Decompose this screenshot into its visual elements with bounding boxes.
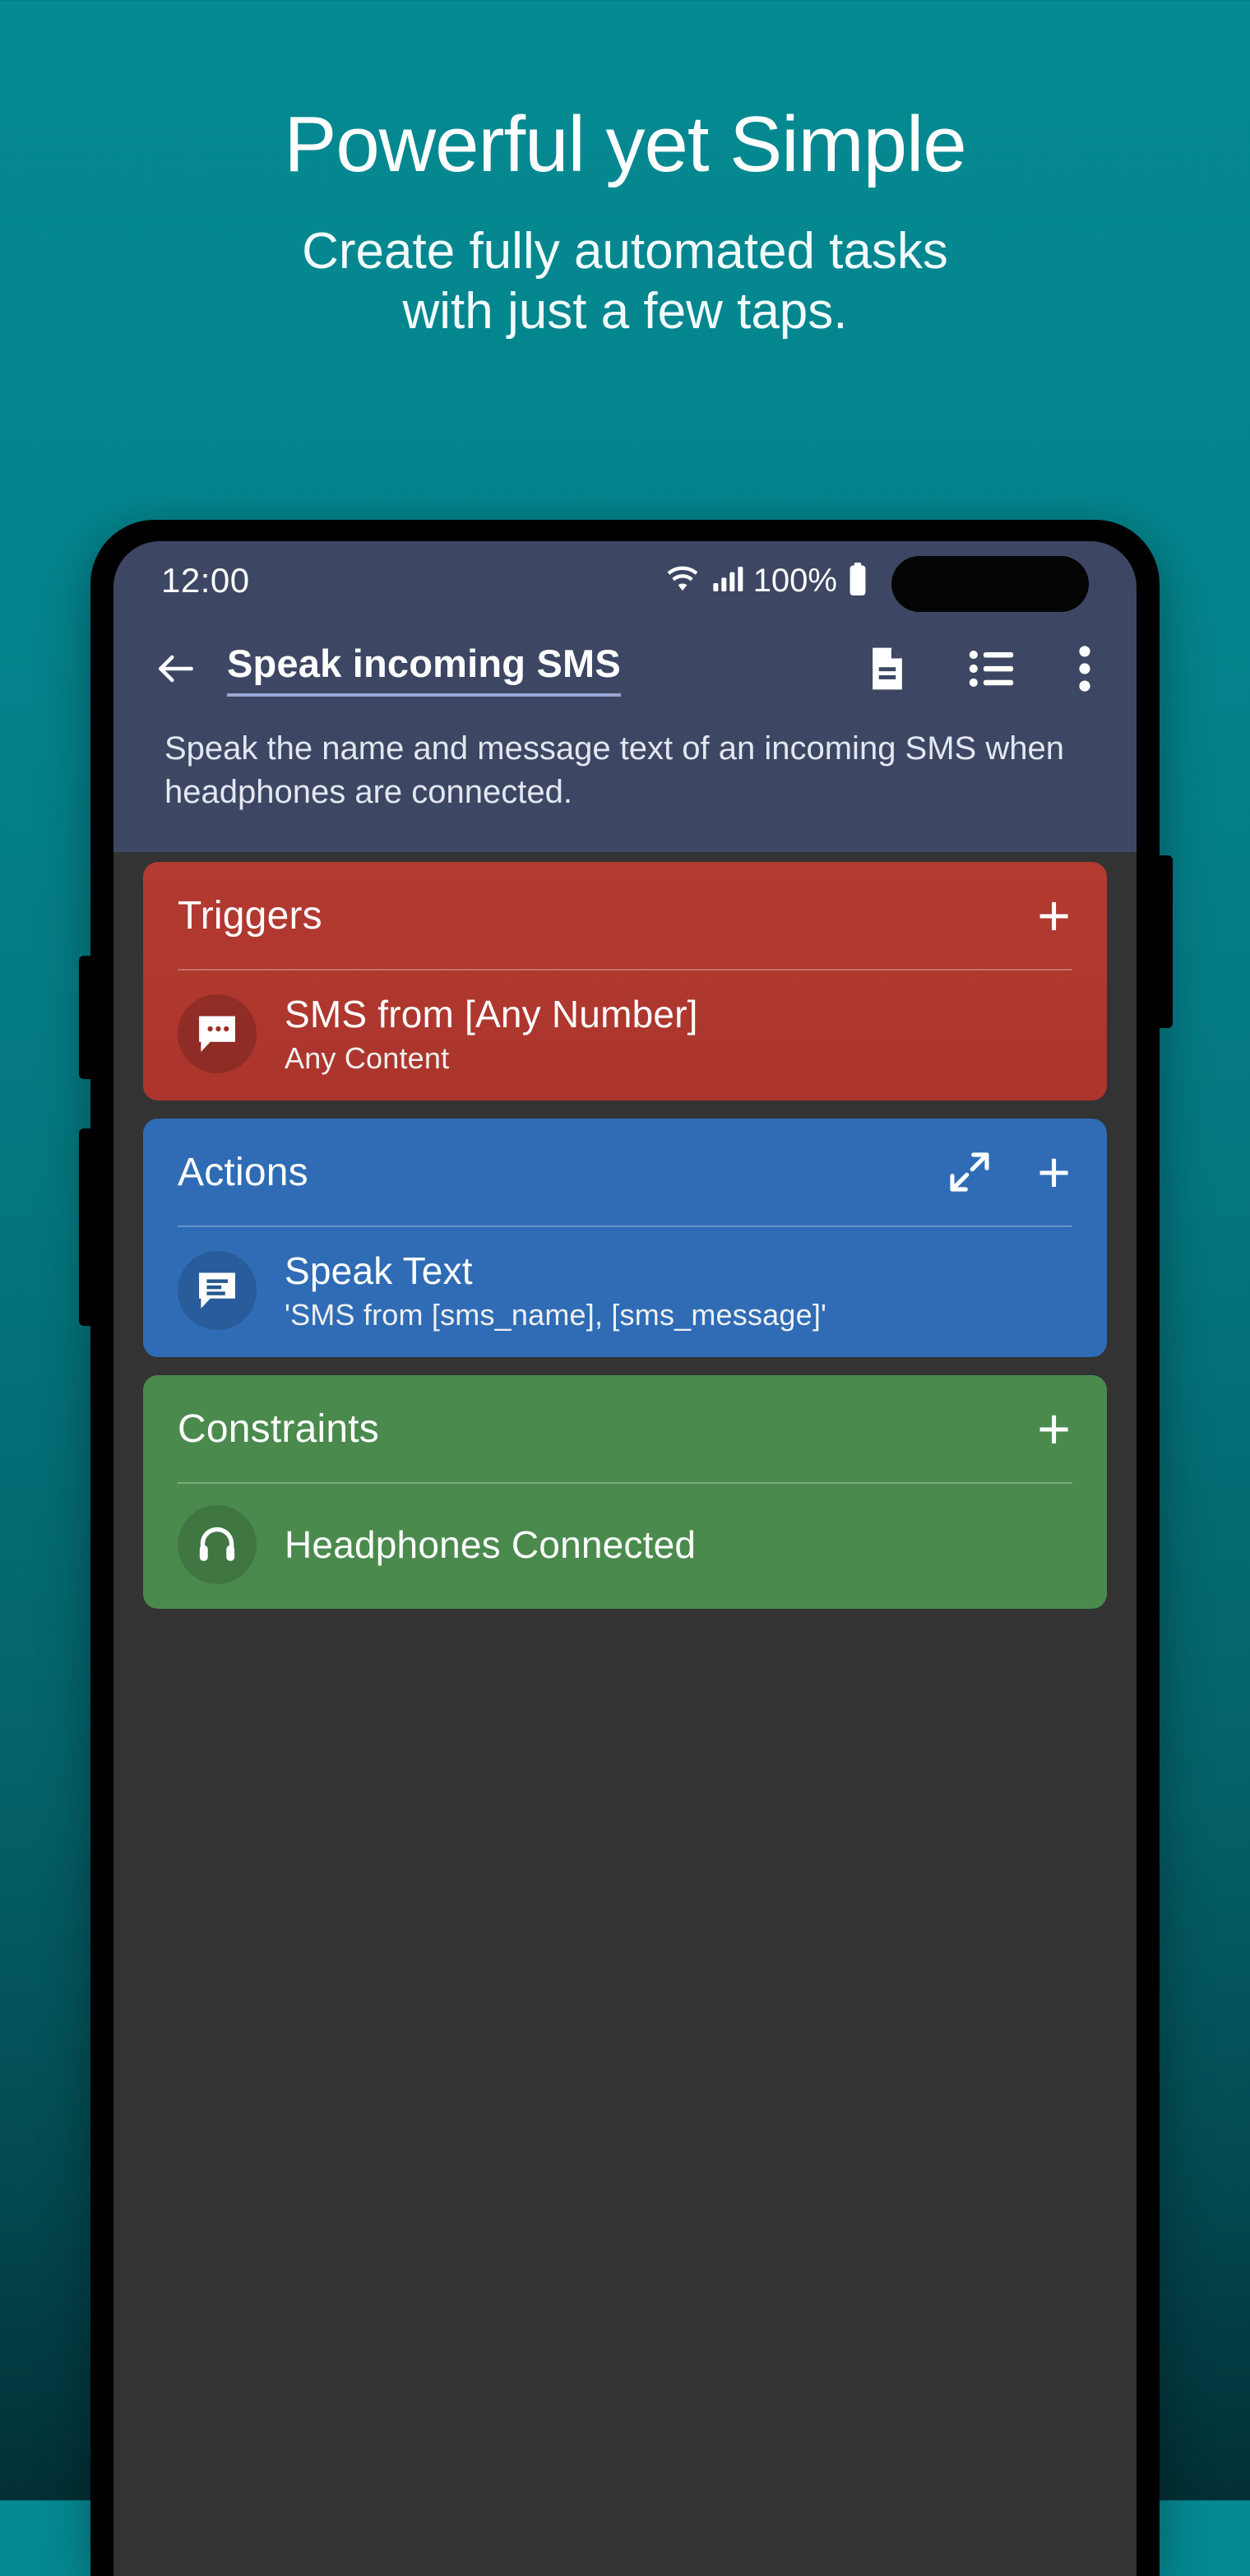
section-card-constraints: Constraints + Headphones Connected <box>143 1375 1107 1610</box>
wifi-icon <box>664 563 701 600</box>
list-item-subtitle: Any Content <box>285 1041 450 1076</box>
section-title-triggers: Triggers <box>178 893 322 938</box>
add-constraint-button[interactable]: + <box>1037 1400 1071 1457</box>
overflow-menu-icon[interactable] <box>1076 645 1094 693</box>
list-item-title: SMS from [Any Number] <box>285 993 698 1036</box>
toolbar-actions <box>865 645 1099 693</box>
section-title-actions: Actions <box>178 1150 308 1194</box>
battery-percent-label: 100% <box>752 562 837 599</box>
section-header-triggers: Triggers + <box>143 862 1107 969</box>
promo-title: Powerful yet Simple <box>284 100 966 188</box>
list-item-title: Headphones Connected <box>285 1523 697 1567</box>
promo-subtitle-line-2: with just a few taps. <box>402 282 848 340</box>
section-card-triggers: Triggers + SMS from [Any Number] Any Con… <box>143 862 1107 1101</box>
cellular-signal-icon <box>711 563 743 600</box>
status-clock: 12:00 <box>161 561 250 600</box>
volume-up-button[interactable] <box>79 956 94 1079</box>
list-item[interactable]: Headphones Connected <box>143 1484 1107 1609</box>
description-icon[interactable] <box>865 645 910 693</box>
list-item-subtitle: 'SMS from [sms_name], [sms_message]' <box>285 1298 827 1332</box>
expand-diagonal-icon[interactable] <box>947 1149 993 1195</box>
list-item[interactable]: SMS from [Any Number] Any Content <box>143 971 1107 1100</box>
section-title-constraints: Constraints <box>178 1406 379 1451</box>
task-name-value: Speak incoming SMS <box>227 641 621 697</box>
add-trigger-button[interactable]: + <box>1037 887 1071 944</box>
list-item[interactable]: Speak Text 'SMS from [sms_name], [sms_me… <box>143 1227 1107 1357</box>
section-header-actions-triggers: + <box>1037 887 1071 944</box>
headphones-icon <box>178 1505 257 1585</box>
status-indicators: 100% <box>664 562 868 600</box>
section-header-actions-constraints: + <box>1037 1400 1071 1457</box>
promo-subtitle: Create fully automated tasks with just a… <box>0 222 1250 341</box>
promo-header: Powerful yet Simple Create fully automat… <box>0 0 1250 341</box>
sections-list: Triggers + SMS from [Any Number] Any Con… <box>113 852 1137 1610</box>
camera-cutout <box>891 556 1089 612</box>
task-description: Speak the name and message text of an in… <box>164 730 1064 811</box>
promo-subtitle-line-1: Create fully automated tasks <box>302 223 948 280</box>
sms-message-icon <box>178 994 257 1074</box>
app-bar-region: 12:00 100% Speak incoming SMS Speak the … <box>113 541 1137 853</box>
section-header-constraints: Constraints + <box>143 1375 1107 1482</box>
phone-screen: 12:00 100% Speak incoming SMS Speak the … <box>113 541 1137 2576</box>
back-arrow-icon[interactable] <box>153 646 215 692</box>
list-item-text: Speak Text 'SMS from [sms_name], [sms_me… <box>285 1249 826 1332</box>
list-item-text: Headphones Connected <box>285 1522 696 1567</box>
list-item-title: Speak Text <box>285 1249 473 1293</box>
section-card-actions: Actions + Speak Text 'SMS from [sms_name… <box>143 1119 1107 1358</box>
battery-full-icon <box>847 562 868 600</box>
status-bar: 12:00 100% <box>113 541 1137 620</box>
power-button[interactable] <box>1156 855 1173 1028</box>
section-header-actions: Actions + <box>143 1119 1107 1225</box>
speak-text-icon <box>178 1251 257 1331</box>
list-icon[interactable] <box>969 647 1016 690</box>
volume-down-button[interactable] <box>79 1128 94 1326</box>
app-toolbar: Speak incoming SMS <box>113 620 1137 717</box>
section-header-actions-actions: + <box>947 1143 1071 1201</box>
task-name-field[interactable]: Speak incoming SMS <box>227 641 621 697</box>
phone-mockup: 12:00 100% Speak incoming SMS Speak the … <box>79 520 1173 2576</box>
list-item-text: SMS from [Any Number] Any Content <box>285 992 698 1076</box>
add-action-button[interactable]: + <box>1037 1143 1071 1201</box>
